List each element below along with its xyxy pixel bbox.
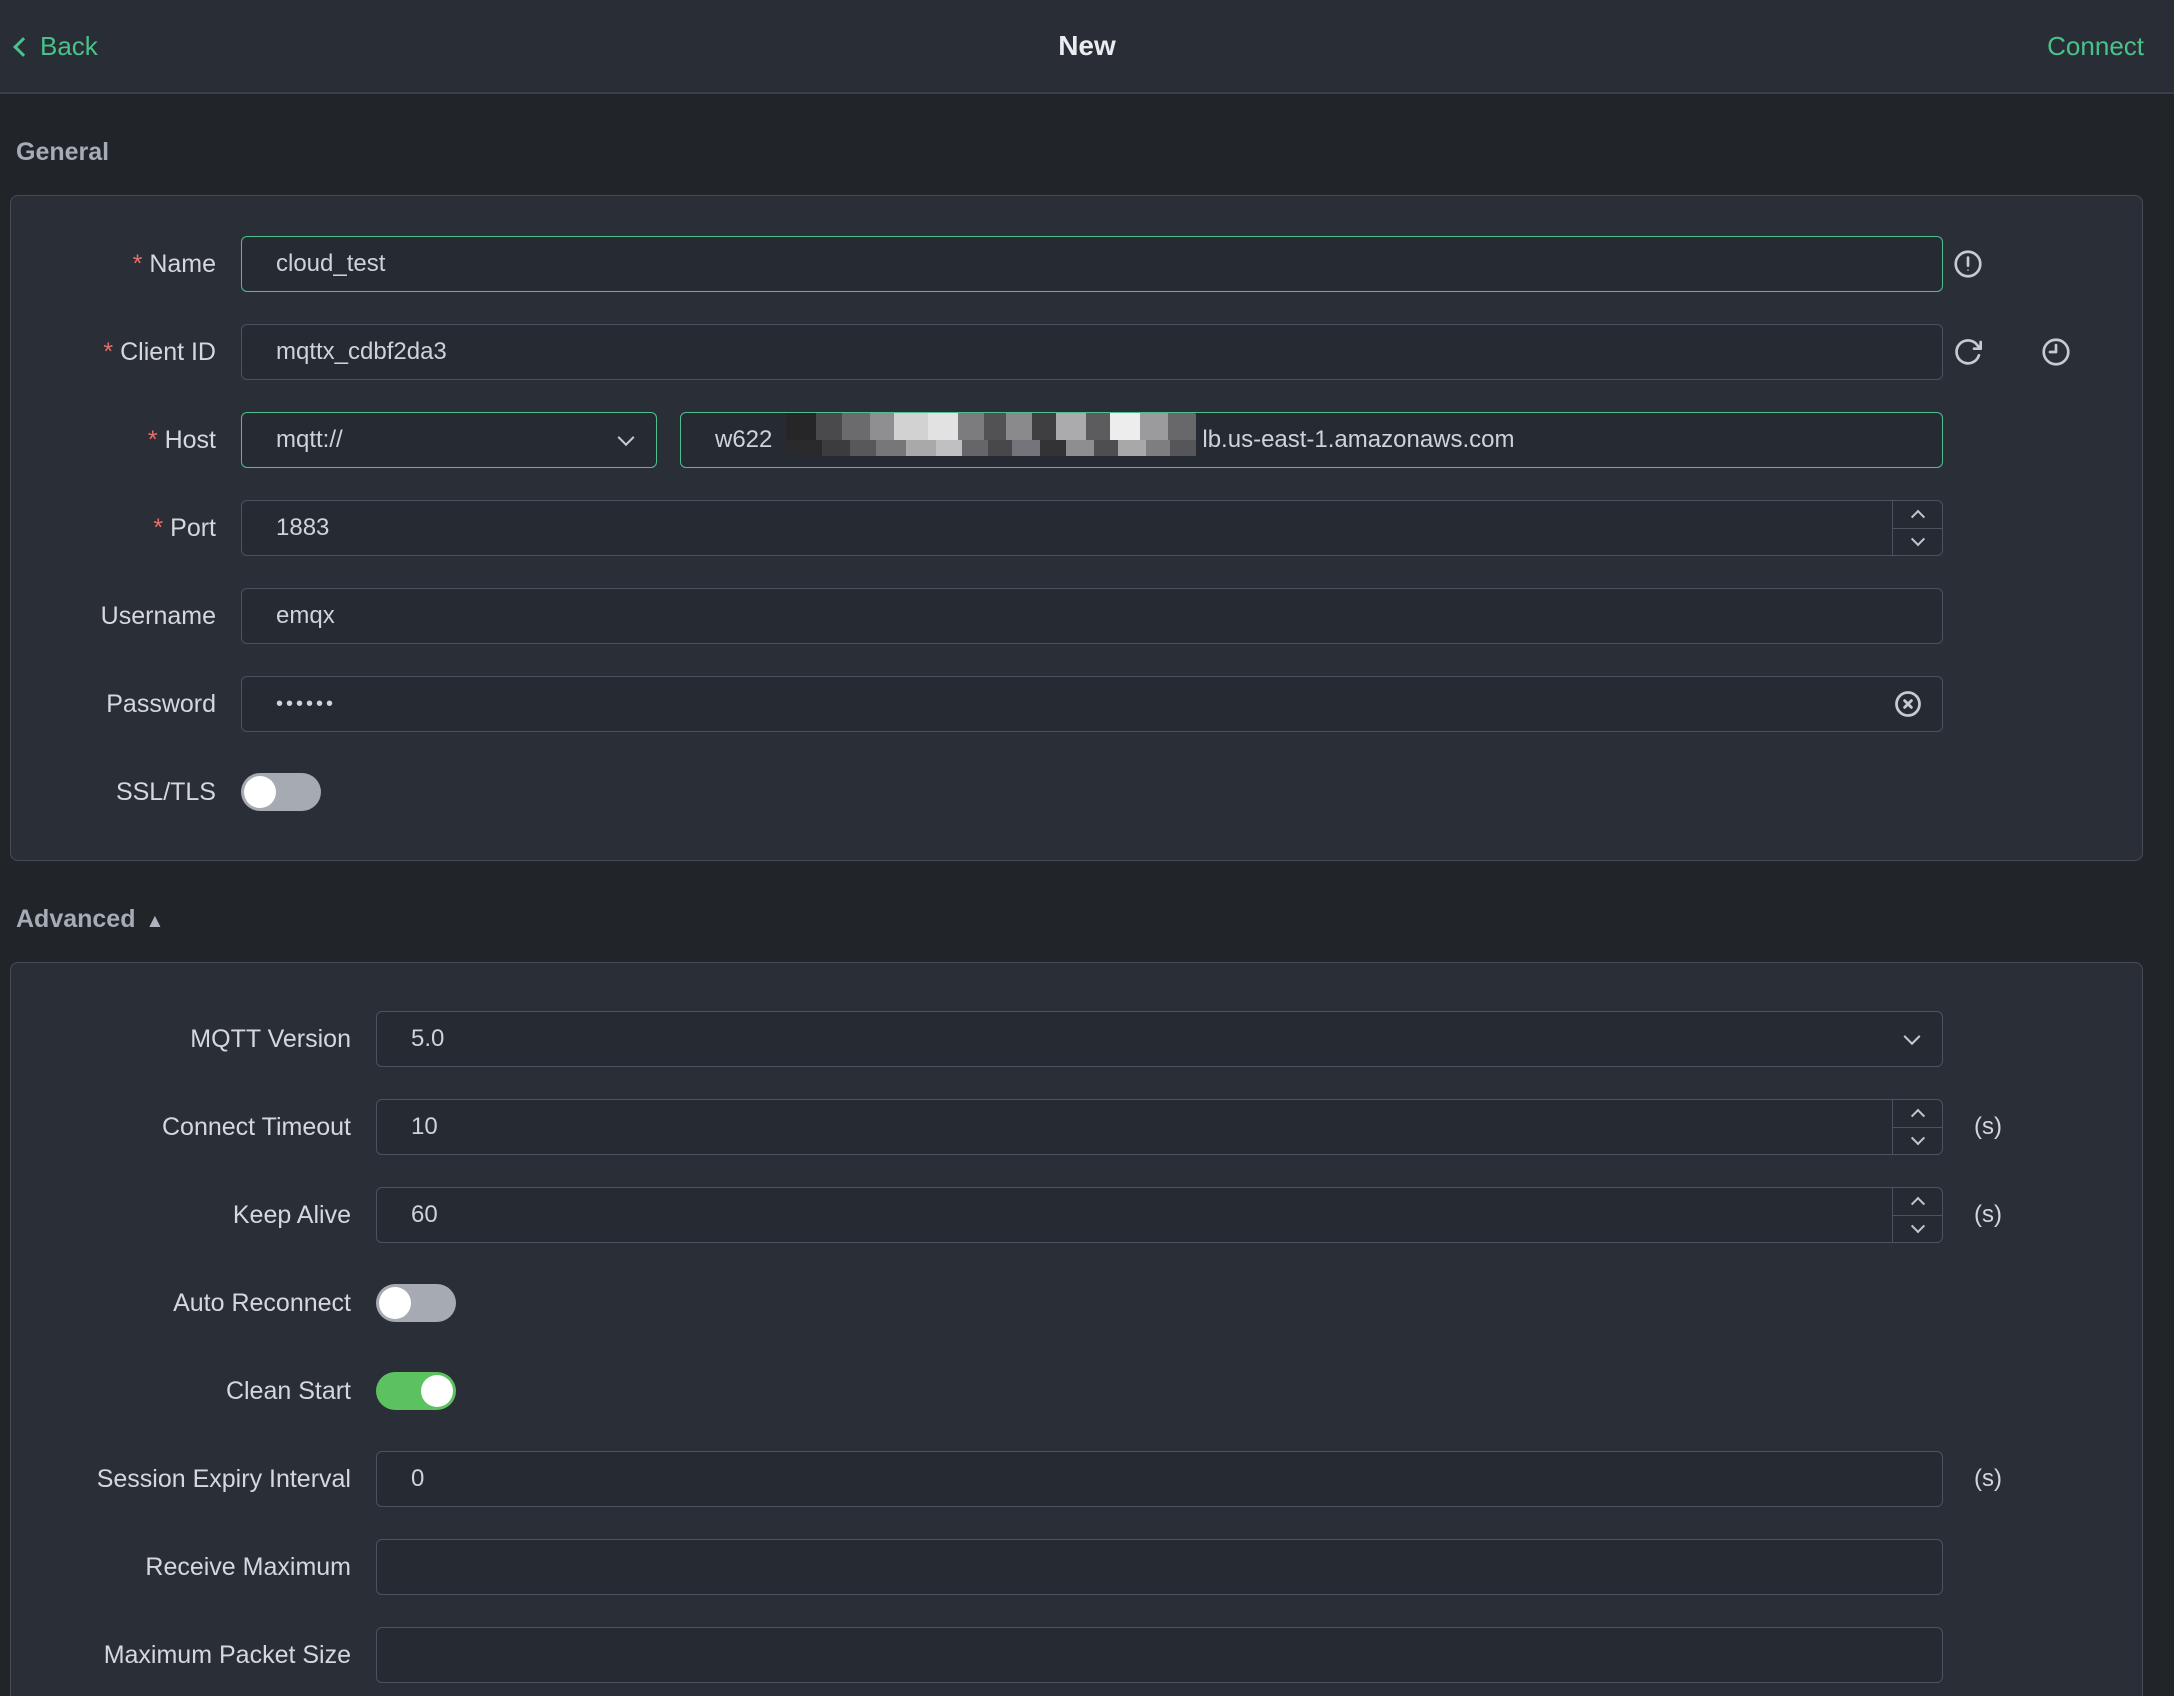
connect-button[interactable]: Connect	[2047, 31, 2144, 62]
ssl-tls-toggle[interactable]	[241, 773, 321, 811]
username-input[interactable]	[241, 588, 1943, 644]
general-section-heading: General	[16, 138, 110, 166]
mqtt-version-label: MQTT Version	[190, 1024, 351, 1053]
stepper-down-button[interactable]	[1893, 1216, 1942, 1243]
maximum-packet-size-row: Maximum Packet Size	[11, 1627, 2142, 1683]
seconds-unit-label: (s)	[1974, 1465, 2002, 1492]
alert-circle-icon	[1952, 248, 1984, 280]
port-label: * Port	[153, 513, 216, 542]
toggle-knob	[379, 1287, 411, 1319]
host-visible-suffix: lb.us-east-1.amazonaws.com	[1202, 426, 1515, 453]
required-marker: *	[147, 425, 158, 454]
stepper-down-button[interactable]	[1893, 1128, 1942, 1155]
host-redacted-blur	[786, 413, 1197, 467]
mqtt-version-row: MQTT Version 5.0	[11, 1011, 2142, 1067]
receive-maximum-row: Receive Maximum	[11, 1539, 2142, 1595]
client-id-label: * Client ID	[103, 337, 216, 366]
host-row: * Host mqtt:// w622 lb.us-east-1.amazonaw…	[11, 412, 2142, 468]
auto-reconnect-label: Auto Reconnect	[173, 1288, 351, 1317]
port-input[interactable]	[241, 500, 1943, 556]
keep-alive-stepper	[1892, 1188, 1942, 1242]
receive-maximum-input[interactable]	[376, 1539, 1943, 1595]
general-card: *Name *Client ID *Host mqtt://	[10, 195, 2143, 861]
session-expiry-row: Session Expiry Interval (s)	[11, 1451, 2142, 1507]
password-row: Password	[11, 676, 2142, 732]
clean-start-row: Clean Start	[11, 1363, 2142, 1419]
keep-alive-label: Keep Alive	[232, 1200, 351, 1229]
receive-maximum-label: Receive Maximum	[145, 1552, 351, 1581]
triangle-up-icon: ▲	[145, 911, 165, 932]
session-expiry-input[interactable]	[376, 1451, 1943, 1507]
stepper-up-button[interactable]	[1893, 1100, 1942, 1128]
chevron-down-icon	[1910, 531, 1925, 546]
password-label: Password	[106, 689, 216, 718]
stepper-down-button[interactable]	[1893, 529, 1942, 556]
client-id-row: * Client ID	[11, 324, 2142, 380]
page-title: New	[1058, 30, 1116, 61]
seconds-unit-label: (s)	[1974, 1201, 2002, 1228]
port-stepper	[1892, 501, 1942, 555]
connect-timeout-stepper	[1892, 1100, 1942, 1154]
username-row: Username	[11, 588, 2142, 644]
advanced-card: MQTT Version 5.0 Connect Timeout (s) Kee…	[10, 962, 2143, 1696]
host-address-input[interactable]: w622 lb.us-east-1.amazonaws.com	[680, 412, 1943, 468]
connect-timeout-input[interactable]	[376, 1099, 1943, 1155]
required-marker: *	[153, 513, 164, 542]
required-marker: *	[103, 337, 114, 366]
ssl-tls-row: SSL/TLS	[11, 764, 2142, 820]
keep-alive-row: Keep Alive (s)	[11, 1187, 2142, 1243]
session-expiry-label: Session Expiry Interval	[96, 1464, 351, 1493]
toggle-knob	[244, 776, 276, 808]
chevron-left-icon	[13, 36, 33, 57]
ssl-tls-label: SSL/TLS	[115, 777, 216, 806]
connect-timeout-row: Connect Timeout (s)	[11, 1099, 2142, 1155]
username-label: Username	[100, 601, 216, 630]
top-bar: Back New Connect	[0, 0, 2174, 94]
chevron-down-icon	[1910, 1218, 1925, 1233]
clean-start-label: Clean Start	[225, 1376, 351, 1405]
chevron-down-icon	[1910, 1130, 1925, 1145]
chevron-up-icon	[1910, 1109, 1925, 1124]
clean-start-toggle[interactable]	[376, 1372, 456, 1410]
password-input[interactable]	[241, 676, 1943, 732]
maximum-packet-size-label: Maximum Packet Size	[103, 1640, 351, 1669]
stepper-up-button[interactable]	[1893, 1188, 1942, 1216]
auto-reconnect-row: Auto Reconnect	[11, 1275, 2142, 1331]
refresh-icon[interactable]	[1952, 336, 1984, 368]
stepper-up-button[interactable]	[1893, 501, 1942, 529]
host-protocol-select[interactable]: mqtt://	[241, 412, 657, 468]
auto-reconnect-toggle[interactable]	[376, 1284, 456, 1322]
client-id-input[interactable]	[241, 324, 1943, 380]
name-row: * Name	[11, 236, 2142, 292]
name-input[interactable]	[241, 236, 1943, 292]
maximum-packet-size-input[interactable]	[376, 1627, 1943, 1683]
chevron-down-icon	[1903, 1028, 1921, 1046]
name-label: * Name	[132, 249, 216, 278]
circle-close-icon[interactable]	[1893, 689, 1923, 719]
chevron-up-icon	[1910, 510, 1925, 525]
toggle-knob	[421, 1375, 453, 1407]
port-row: * Port	[11, 500, 2142, 556]
advanced-section-toggle[interactable]: Advanced ▲	[16, 905, 2174, 934]
host-label: * Host	[147, 425, 216, 454]
seconds-unit-label: (s)	[1974, 1113, 2002, 1140]
keep-alive-input[interactable]	[376, 1187, 1943, 1243]
clock-icon[interactable]	[2040, 336, 2072, 368]
chevron-down-icon	[617, 429, 635, 447]
back-label: Back	[40, 30, 98, 61]
chevron-up-icon	[1910, 1197, 1925, 1212]
mqtt-version-select[interactable]: 5.0	[376, 1011, 1943, 1067]
host-visible-prefix: w622	[715, 426, 773, 453]
required-marker: *	[132, 249, 143, 278]
back-button[interactable]: Back	[13, 30, 98, 62]
connect-timeout-label: Connect Timeout	[162, 1112, 351, 1141]
